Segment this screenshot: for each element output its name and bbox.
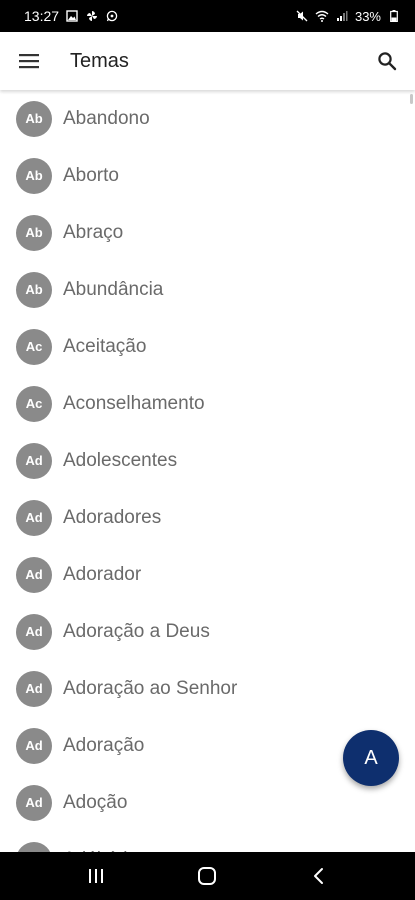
scrollbar-thumb[interactable] [410,94,413,104]
list-item[interactable]: Ab Aborto [0,147,415,204]
topic-label: Adoção [63,791,128,813]
topic-label: Aborto [63,164,119,186]
search-icon [378,52,397,71]
topic-avatar: Ab [16,157,52,194]
app-bar: Temas [0,32,415,90]
topic-label: Adoração ao Senhor [63,677,238,699]
topic-avatar: Ad [16,499,52,536]
battery-percent: 33% [354,8,381,24]
whatsapp-icon [105,9,119,23]
topic-avatar: Ab [16,214,52,251]
recent-apps-button[interactable] [66,852,126,900]
mute-icon [295,9,309,23]
list-item[interactable]: Ac Aceitação [0,318,415,375]
topic-avatar: Ad [16,613,52,650]
list-item[interactable]: Ad Adoração a Deus [0,603,415,660]
list-item[interactable]: Ad Adolescentes [0,432,415,489]
topic-avatar: Ad [16,670,52,707]
screen: 13:27 33% Temas Ab Abandono Ab Aborto Ab… [0,0,415,900]
search-button[interactable] [363,32,411,90]
pinwheel-icon [85,9,99,23]
alphabet-fab-button[interactable]: A [343,730,399,786]
hamburger-menu-icon [19,54,39,69]
system-nav-bar [0,852,415,900]
topic-avatar: Ac [16,385,52,422]
list-item[interactable]: Ad Adoração ao Senhor [0,660,415,717]
topic-label: Abraço [63,221,124,243]
list-item[interactable]: Ad Adorador [0,546,415,603]
topic-avatar: Ab [16,271,52,308]
topic-label: Adolescentes [63,449,178,471]
topic-label: Adoração a Deus [63,620,210,642]
recent-apps-icon [88,869,103,883]
status-bar-left: 13:27 [24,8,119,24]
battery-icon [387,9,401,23]
fab-label: A [364,746,378,769]
topic-avatar: Ad [16,727,52,764]
topic-avatar: Ab [16,100,52,137]
topic-avatar: Ad [16,442,52,479]
list-item[interactable]: Ad Adoradores [0,489,415,546]
topic-label: Adoradores [63,506,162,528]
list-item[interactable]: Ab Abandono [0,90,415,147]
list-item[interactable]: Ad Adoção [0,774,415,831]
topic-label: Abundância [63,278,164,300]
topic-avatar: Ac [16,328,52,365]
topic-avatar: Ad [16,784,52,821]
status-time: 13:27 [24,8,60,24]
back-button[interactable] [289,852,349,900]
topic-label: Adoração [63,734,145,756]
topic-label: Aconselhamento [63,392,205,414]
back-icon [314,868,324,884]
list-item[interactable]: Ab Abundância [0,261,415,318]
list-item[interactable]: AdAdúltério [0,831,415,852]
status-bar: 13:27 33% [0,0,415,32]
topic-label: Aceitação [63,335,147,357]
list-item[interactable]: Ac Aconselhamento [0,375,415,432]
topic-label: Adorador [63,563,142,585]
menu-button[interactable] [0,32,58,90]
home-button[interactable] [177,852,237,900]
image-icon [65,9,79,23]
signal-icon [335,9,349,23]
wifi-icon [315,9,329,23]
status-bar-right: 33% [295,9,401,24]
list-item[interactable]: Ab Abraço [0,204,415,261]
topic-avatar: Ad [16,841,52,852]
home-icon [198,867,217,885]
page-title: Temas [70,49,129,72]
topic-label: Abandono [63,107,150,129]
topic-avatar: Ad [16,556,52,593]
